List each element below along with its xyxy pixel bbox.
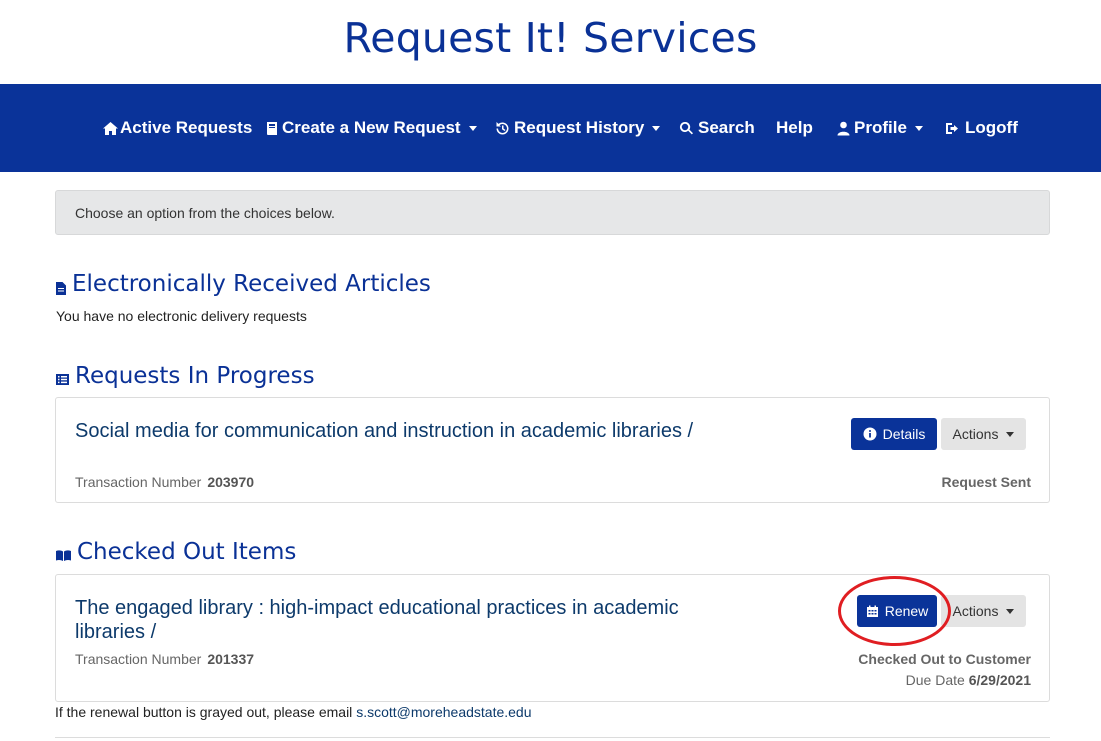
book-icon bbox=[267, 121, 277, 135]
section-in-progress-title: Requests In Progress bbox=[55, 363, 315, 389]
renewal-note: If the renewal button is grayed out, ple… bbox=[55, 704, 532, 720]
file-icon bbox=[56, 281, 66, 295]
due-date: Due Date 6/29/2021 bbox=[905, 672, 1031, 688]
nav-active-requests[interactable]: Active Requests bbox=[102, 84, 252, 172]
search-icon bbox=[679, 121, 693, 134]
checked-out-title[interactable]: The engaged library : high-impact educat… bbox=[75, 596, 735, 644]
actions-dropdown[interactable]: Actions bbox=[941, 595, 1026, 627]
page-title: Request It! Services bbox=[343, 14, 758, 62]
transaction-number: Transaction Number 201337 bbox=[75, 651, 255, 667]
open-book-icon bbox=[56, 549, 71, 561]
section-electronic-title: Electronically Received Articles bbox=[55, 271, 431, 297]
history-icon bbox=[496, 121, 509, 134]
nav-search[interactable]: Search bbox=[679, 84, 755, 172]
info-alert: Choose an option from the choices below. bbox=[55, 190, 1050, 235]
chevron-down-icon bbox=[652, 125, 661, 131]
nav-profile[interactable]: Profile bbox=[837, 84, 923, 172]
home-icon bbox=[103, 121, 118, 135]
request-card: Social media for communication and instr… bbox=[55, 397, 1050, 503]
alert-text: Choose an option from the choices below. bbox=[75, 204, 335, 221]
nav-request-history[interactable]: Request History bbox=[495, 84, 661, 172]
sign-out-icon bbox=[946, 122, 958, 134]
chevron-down-icon bbox=[1006, 608, 1015, 614]
section-checked-out-title: Checked Out Items bbox=[55, 539, 296, 565]
actions-dropdown[interactable]: Actions bbox=[941, 418, 1026, 450]
chevron-down-icon bbox=[468, 125, 477, 131]
list-icon bbox=[56, 373, 69, 385]
nav-help[interactable]: Help bbox=[776, 84, 813, 172]
main-navbar: Active Requests Create a New Request Req… bbox=[0, 84, 1101, 172]
divider bbox=[55, 737, 1050, 738]
info-icon bbox=[863, 427, 877, 441]
nav-logoff[interactable]: Logoff bbox=[945, 84, 1018, 172]
nav-create-request[interactable]: Create a New Request bbox=[266, 84, 477, 172]
chevron-down-icon bbox=[914, 125, 923, 131]
contact-email-link[interactable]: s.scott@moreheadstate.edu bbox=[356, 704, 531, 720]
status-text: Request Sent bbox=[941, 474, 1031, 490]
highlight-circle bbox=[838, 576, 951, 646]
status-text: Checked Out to Customer bbox=[858, 651, 1031, 667]
details-button[interactable]: Details bbox=[851, 418, 937, 450]
user-icon bbox=[837, 121, 850, 135]
no-electronic-text: You have no electronic delivery requests bbox=[56, 308, 307, 324]
transaction-number: Transaction Number 203970 bbox=[75, 474, 255, 490]
request-title[interactable]: Social media for communication and instr… bbox=[75, 419, 715, 443]
chevron-down-icon bbox=[1006, 431, 1015, 437]
